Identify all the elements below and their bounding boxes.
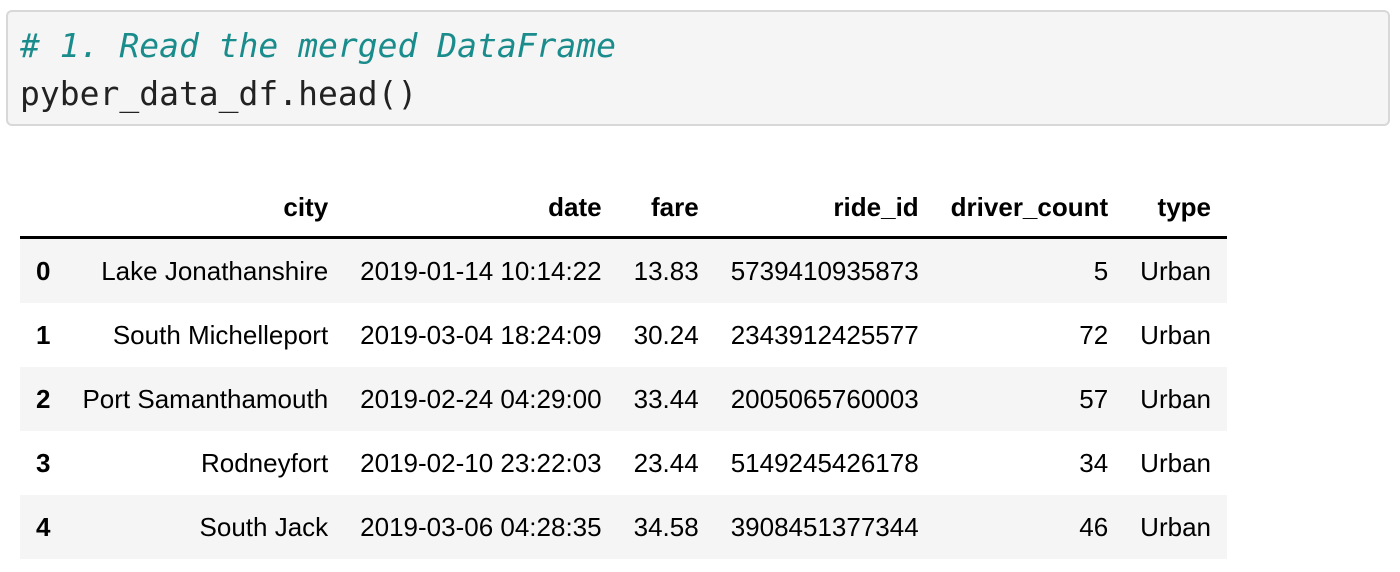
table-header-row: city date fare ride_id driver_count type xyxy=(20,178,1227,239)
column-header-ride-id: ride_id xyxy=(714,178,935,239)
cell-date: 2019-02-24 04:29:00 xyxy=(360,383,602,414)
cell-ride-id: 2005065760003 xyxy=(730,383,919,414)
cell-ride-id: 3908451377344 xyxy=(730,511,919,542)
dataframe-output-table: city date fare ride_id driver_count type… xyxy=(20,178,1227,559)
column-header-driver-count: driver_count xyxy=(934,178,1125,239)
cell-type: Urban xyxy=(1140,447,1211,478)
cell-ride-id: 5149245426178 xyxy=(730,447,919,478)
column-header-city: city xyxy=(66,178,345,239)
cell-driver-count: 72 xyxy=(1079,319,1109,350)
cell-type: Urban xyxy=(1140,511,1211,542)
table-row: 1 South Michelleport 2019-03-04 18:24:09… xyxy=(20,303,1227,367)
cell-ride-id: 5739410935873 xyxy=(730,255,919,286)
cell-date: 2019-01-14 10:14:22 xyxy=(360,255,602,286)
cell-fare: 30.24 xyxy=(633,319,699,350)
cell-city: Lake Jonathanshire xyxy=(101,255,329,286)
cell-city: South Jack xyxy=(199,511,329,542)
cell-city: Port Samanthamouth xyxy=(82,383,329,414)
cell-fare: 13.83 xyxy=(633,255,699,286)
cell-driver-count: 57 xyxy=(1079,383,1109,414)
cell-fare: 23.44 xyxy=(633,447,699,478)
cell-city: Rodneyfort xyxy=(200,447,329,478)
cell-ride-id: 2343912425577 xyxy=(730,319,919,350)
row-index: 3 xyxy=(36,447,51,478)
column-header-index xyxy=(20,178,67,239)
table-row: 2 Port Samanthamouth 2019-02-24 04:29:00… xyxy=(20,367,1227,431)
column-header-fare: fare xyxy=(617,178,715,239)
row-index: 4 xyxy=(36,511,51,542)
cell-fare: 34.58 xyxy=(633,511,699,542)
code-comment-line: # 1. Read the merged DataFrame xyxy=(20,26,617,65)
cell-type: Urban xyxy=(1140,319,1211,350)
cell-date: 2019-02-10 23:22:03 xyxy=(360,447,602,478)
column-header-type: type xyxy=(1124,178,1227,239)
table-row: 3 Rodneyfort 2019-02-10 23:22:03 23.44 5… xyxy=(20,431,1227,495)
column-header-date: date xyxy=(344,178,618,239)
code-statement-line: pyber_data_df.head() xyxy=(20,74,418,113)
code-cell-input[interactable]: # 1. Read the merged DataFrame pyber_dat… xyxy=(6,10,1390,126)
cell-type: Urban xyxy=(1140,383,1211,414)
cell-type: Urban xyxy=(1140,255,1211,286)
cell-city: South Michelleport xyxy=(112,319,329,350)
cell-date: 2019-03-06 04:28:35 xyxy=(360,511,602,542)
cell-date: 2019-03-04 18:24:09 xyxy=(360,319,602,350)
cell-fare: 33.44 xyxy=(633,383,699,414)
table-row: 0 Lake Jonathanshire 2019-01-14 10:14:22… xyxy=(20,237,1227,303)
table-row: 4 South Jack 2019-03-06 04:28:35 34.58 3… xyxy=(20,495,1227,559)
cell-driver-count: 5 xyxy=(1093,255,1109,286)
row-index: 2 xyxy=(36,383,51,414)
cell-driver-count: 34 xyxy=(1079,447,1109,478)
row-index: 0 xyxy=(36,255,51,286)
row-index: 1 xyxy=(36,319,51,350)
cell-driver-count: 46 xyxy=(1079,511,1109,542)
